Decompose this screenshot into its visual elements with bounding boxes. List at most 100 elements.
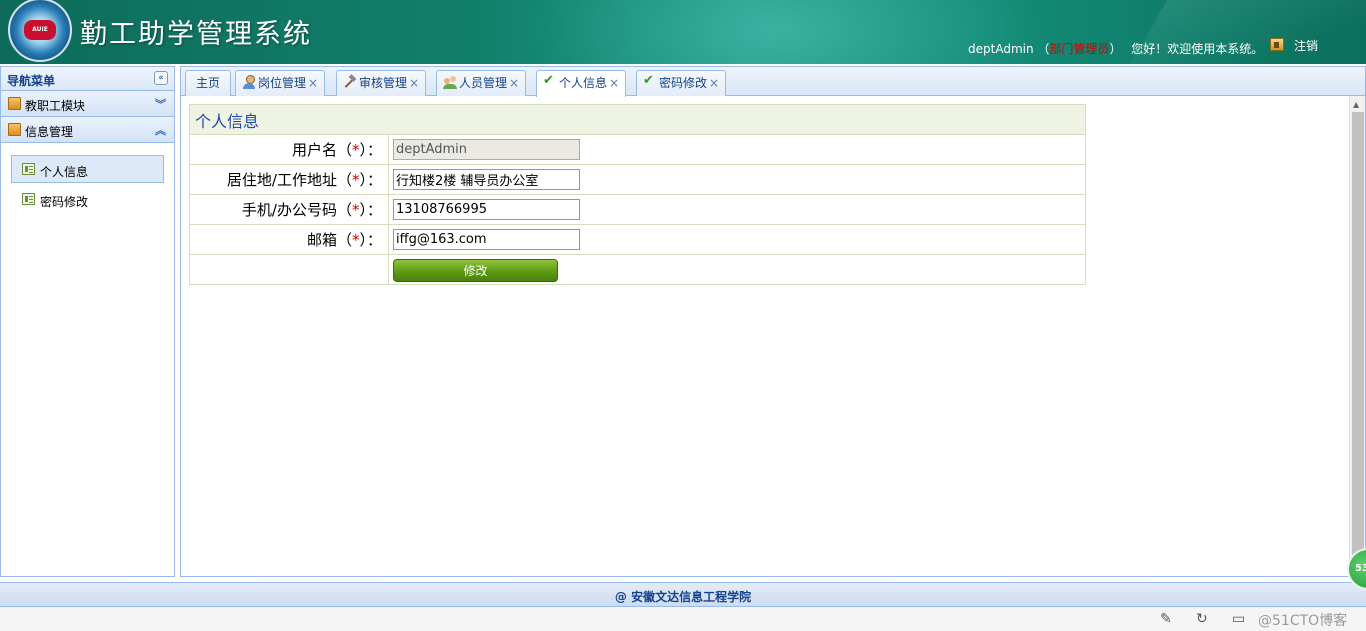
form-row-email: 邮箱（*）：	[189, 224, 1086, 255]
folder-icon	[8, 97, 21, 110]
tab-label: 审核管理	[359, 76, 408, 90]
tab-label: 个人信息	[559, 76, 608, 90]
nav-panel-header: 导航菜单 «	[1, 67, 174, 91]
check-icon	[643, 73, 657, 89]
tab-close-icon[interactable]: ×	[509, 76, 519, 90]
email-field[interactable]	[393, 229, 580, 250]
scroll-up-icon[interactable]: ▲	[1353, 100, 1359, 109]
personal-info-form: 个人信息 用户名（*）： 居住地/工作地址（*）： 手机/办公号码（*）： 邮箱…	[189, 104, 1086, 285]
req-open: （	[336, 141, 352, 159]
form-title: 个人信息	[195, 111, 260, 131]
user-name: deptAdmin	[968, 42, 1034, 56]
nav-item-label: 个人信息	[40, 165, 89, 179]
user-role: 部门管理员	[1049, 42, 1110, 56]
tab-post-management[interactable]: 岗位管理 ×	[235, 70, 326, 96]
nav-panel: 导航菜单 « 教职工模块 ︾ 信息管理 ︽ 个人信息 密码修改	[0, 66, 175, 577]
nav-section-staff[interactable]: 教职工模块 ︾	[1, 91, 174, 117]
req-open: （	[336, 231, 352, 249]
app-header: AUIE 勤工助学管理系统 deptAdmin （部门管理员） 您好！欢迎使用本…	[0, 0, 1366, 64]
content-area: 个人信息 用户名（*）： 居住地/工作地址（*）： 手机/办公号码（*）： 邮箱…	[189, 104, 1086, 285]
collapse-panel-button[interactable]: «	[154, 71, 168, 85]
app-footer: @ 安徽文达信息工程学院	[0, 582, 1366, 607]
school-logo: AUIE	[8, 0, 72, 62]
tab-close-icon[interactable]: ×	[409, 76, 419, 90]
field-label: 邮箱（*）：	[189, 224, 389, 255]
badge-count: 53	[1355, 563, 1366, 574]
tab-personal-info[interactable]: 个人信息×	[536, 70, 627, 97]
tab-strip: 主页 岗位管理× 审核管理× 人员管理× 个人信息× 密码修改×	[181, 67, 1365, 97]
field-value-cell	[388, 224, 1086, 255]
tab-close-icon[interactable]: ×	[609, 76, 619, 90]
field-value-cell	[388, 194, 1086, 225]
vertical-scrollbar[interactable]: ▲	[1349, 96, 1365, 576]
field-label: 居住地/工作地址（*）：	[189, 164, 389, 195]
tab-home[interactable]: 主页	[185, 70, 232, 96]
tab-label: 主页	[196, 76, 221, 90]
nav-item-label: 密码修改	[40, 195, 89, 209]
tab-label: 岗位管理	[258, 76, 307, 90]
nav-list: 个人信息 密码修改	[1, 143, 174, 213]
trash-icon[interactable]: ▭	[1232, 611, 1245, 627]
field-label-text: 居住地/工作地址	[226, 171, 337, 189]
req-open: （	[336, 171, 352, 189]
role-close: ）	[1109, 42, 1122, 56]
user-icon	[242, 75, 256, 89]
tab-staff-management[interactable]: 人员管理 ×	[436, 70, 527, 96]
logo-text: AUIE	[32, 26, 48, 33]
phone-field[interactable]	[393, 199, 580, 220]
form-row-phone: 手机/办公号码（*）：	[189, 194, 1086, 225]
logout-label[interactable]: 注销	[1294, 39, 1318, 53]
empty-cell	[189, 254, 389, 285]
refresh-icon[interactable]: ↻	[1196, 611, 1208, 627]
nav-item-change-password[interactable]: 密码修改	[11, 185, 164, 213]
req-close: ）：	[359, 231, 382, 249]
tab-close-icon[interactable]: ×	[709, 76, 719, 90]
pin-icon[interactable]: ✎	[1160, 611, 1172, 627]
req-open: （	[336, 201, 352, 219]
req-close: ）：	[359, 201, 382, 219]
document-icon	[22, 193, 35, 205]
req-close: ）：	[359, 171, 382, 189]
field-label: 用户名（*）：	[189, 134, 389, 165]
logout-link[interactable]: 注销	[1270, 37, 1318, 54]
form-header: 个人信息	[189, 104, 1086, 135]
field-label-text: 用户名	[291, 141, 337, 159]
document-icon	[22, 163, 35, 175]
field-value-cell	[388, 164, 1086, 195]
modify-button[interactable]: 修改	[393, 259, 558, 282]
check-icon	[543, 73, 557, 89]
role-open: （	[1037, 42, 1050, 56]
req-close: ）：	[359, 141, 382, 159]
action-cell: 修改	[388, 254, 1086, 285]
nav-section-info[interactable]: 信息管理 ︽	[1, 117, 174, 143]
field-label: 手机/办公号码（*）：	[189, 194, 389, 225]
people-icon	[443, 75, 457, 89]
tab-change-password[interactable]: 密码修改×	[636, 70, 727, 96]
field-value-cell	[388, 134, 1086, 165]
form-row-username: 用户名（*）：	[189, 134, 1086, 165]
browser-bottom-bar: ✎ ↻ ▭ @51CTO博客	[0, 607, 1366, 631]
username-field[interactable]	[393, 139, 580, 160]
tab-review-management[interactable]: 审核管理 ×	[336, 70, 427, 96]
nav-item-personal-info[interactable]: 个人信息	[11, 155, 164, 183]
nav-title: 导航菜单	[7, 74, 56, 88]
folder-icon	[8, 123, 21, 136]
main-panel: 主页 岗位管理× 审核管理× 人员管理× 个人信息× 密码修改× 个人信息 用户…	[180, 66, 1366, 577]
hammer-icon	[343, 75, 357, 89]
tab-close-icon[interactable]: ×	[308, 76, 318, 90]
form-row-address: 居住地/工作地址（*）：	[189, 164, 1086, 195]
user-info: deptAdmin （部门管理员） 您好！欢迎使用本系统。	[968, 40, 1263, 57]
chevron-up-icon[interactable]: ︽	[155, 122, 166, 138]
app-title: 勤工助学管理系统	[80, 19, 312, 50]
form-row-actions: 修改	[189, 254, 1086, 285]
field-label-text: 邮箱	[306, 231, 337, 249]
scrollbar-thumb[interactable]	[1352, 112, 1364, 572]
address-field[interactable]	[393, 169, 580, 190]
chevron-down-icon[interactable]: ︾	[155, 96, 166, 112]
logout-icon[interactable]	[1270, 38, 1284, 51]
tab-label: 人员管理	[459, 76, 508, 90]
nav-section-label: 信息管理	[25, 125, 74, 139]
header-decoration	[520, 0, 1040, 64]
watermark: @51CTO博客	[1258, 613, 1348, 629]
footer-text: @ 安徽文达信息工程学院	[614, 590, 752, 604]
